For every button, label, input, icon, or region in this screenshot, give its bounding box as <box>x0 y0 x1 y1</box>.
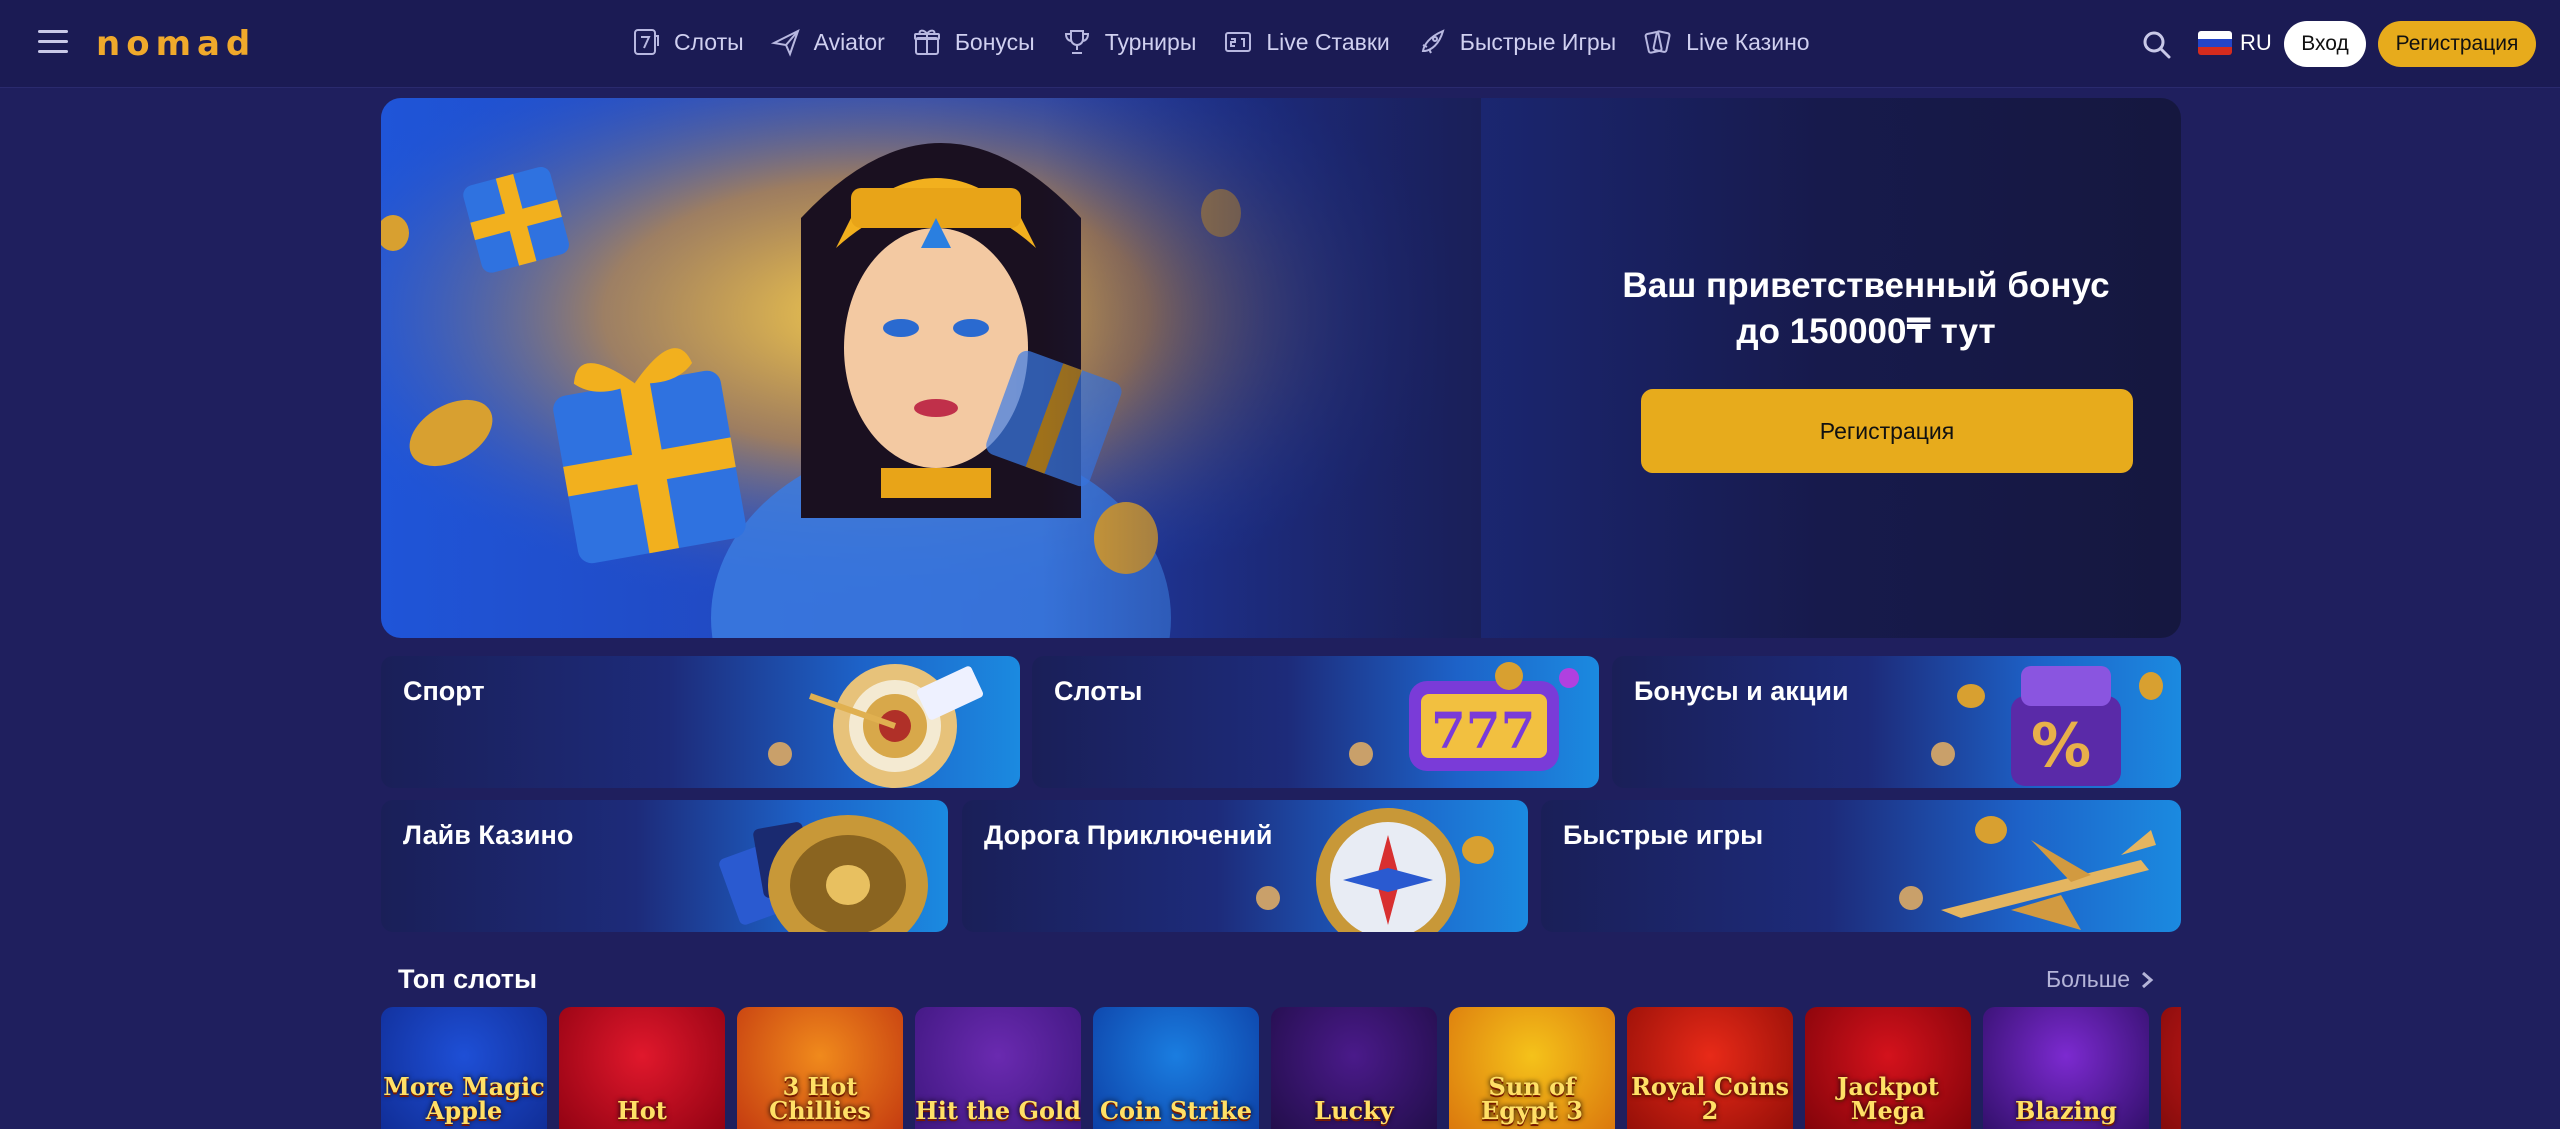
slot-machine-icon: 777 <box>1349 662 1579 771</box>
menu-icon[interactable] <box>38 30 68 56</box>
cards-icon <box>1642 26 1674 58</box>
chevron-right-icon <box>2142 971 2154 988</box>
slot-title: Coin Strike <box>1099 1096 1253 1125</box>
login-button[interactable]: Вход <box>2284 21 2366 67</box>
slot-title: Hot <box>617 1096 667 1125</box>
nav-aviator-label: Aviator <box>813 28 885 55</box>
more-label: Больше <box>2046 966 2131 992</box>
top-slots-title: Топ слоты <box>398 964 538 994</box>
percent-gift-icon: % <box>1931 666 2163 786</box>
plane-icon <box>770 26 802 58</box>
nav-slots[interactable]: Слоты <box>630 26 744 58</box>
rocket-icon <box>1416 26 1448 58</box>
category-label: Спорт <box>403 676 485 706</box>
svg-text:%: % <box>2031 711 2091 781</box>
register-button[interactable]: Регистрация <box>2378 21 2536 67</box>
slot-title: 3 Hot Chillies <box>769 1072 871 1125</box>
hero-banner: Ваш приветственный бонус до 150000₸ тут … <box>381 98 2181 638</box>
language-selector[interactable]: RU <box>2198 30 2272 56</box>
hero-title-line2: до 150000₸ тут <box>1736 312 1996 351</box>
slot-tile[interactable]: Blazing <box>1983 1007 2149 1129</box>
nav-live-casino-label: Live Казино <box>1686 28 1810 55</box>
slot-tile[interactable]: Hit the Gold <box>915 1007 1081 1129</box>
slot-title: Sun of Egypt 3 <box>1481 1072 1583 1125</box>
category-card-slots[interactable]: 777 Слоты <box>1032 656 1599 788</box>
nav-fast-games[interactable]: Быстрые Игры <box>1416 26 1616 58</box>
top-slots-carousel: More Magic Apple Hot 3 Hot Chillies Hit the… <box>381 1007 2181 1129</box>
hero-register-button[interactable]: Регистрация <box>1641 389 2133 473</box>
category-label: Слоты <box>1054 676 1143 706</box>
slot-tile[interactable]: Hot <box>559 1007 725 1129</box>
slot-title: More Magic Apple <box>383 1072 545 1125</box>
trophy-icon <box>1061 26 1093 58</box>
language-code: RU <box>2240 30 2272 55</box>
nav-aviator[interactable]: Aviator <box>770 26 885 58</box>
hero-title: Ваш приветственный бонус до 150000₸ тут <box>1621 263 2111 355</box>
slot-tile[interactable]: Lucky <box>1271 1007 1437 1129</box>
nav-slots-label: Слоты <box>674 28 744 55</box>
nav-bonuses[interactable]: Бонусы <box>911 26 1035 58</box>
slot-title: Royal Coins 2 <box>1630 1072 1790 1125</box>
category-card-sport[interactable]: Спорт <box>381 656 1020 788</box>
slot-tile[interactable]: 3 Hot Chillies <box>737 1007 903 1129</box>
hero-title-line1: Ваш приветственный бонус <box>1622 266 2110 305</box>
scoreboard-icon <box>1222 26 1254 58</box>
main-nav: Слоты Aviator Бонусы Турниры Live Ставки… <box>630 26 1810 58</box>
nav-live-bets[interactable]: Live Ставки <box>1222 26 1390 58</box>
logo[interactable]: nomad <box>96 24 256 64</box>
category-label: Бонусы и акции <box>1634 676 1849 706</box>
category-card-bonuses[interactable]: % Бонусы и акции <box>1612 656 2181 788</box>
svg-text:777: 777 <box>1431 701 1535 760</box>
top-header: nomad Слоты Aviator Бонусы Турниры Live … <box>0 0 2560 88</box>
airplane-icon <box>1899 816 2156 930</box>
nav-bonuses-label: Бонусы <box>954 28 1035 55</box>
category-card-fast-games[interactable]: Быстрые игры <box>1541 800 2181 932</box>
slot-title: Hit the Gold <box>915 1096 1081 1125</box>
slot-title: Jackpot Mega <box>1836 1072 1940 1125</box>
category-label: Быстрые игры <box>1563 820 1764 850</box>
target-icon <box>768 664 984 788</box>
slot-tile[interactable]: Jackpot Mega <box>1805 1007 1971 1129</box>
category-card-adventure-road[interactable]: Дорога Приключений <box>962 800 1528 932</box>
nav-live-bets-label: Live Ставки <box>1266 28 1390 55</box>
slot-7-icon <box>630 26 662 58</box>
roulette-icon <box>719 815 928 932</box>
slot-tile[interactable]: Coin Strike <box>1093 1007 1259 1129</box>
gift-icon <box>911 26 943 58</box>
slot-title: Blazing <box>2015 1096 2117 1125</box>
nav-tournaments-label: Турниры <box>1104 28 1197 55</box>
slot-tile[interactable]: Sun of Egypt 3 <box>1449 1007 1615 1129</box>
nav-tournaments[interactable]: Турниры <box>1061 26 1197 58</box>
slot-title: Lucky <box>1314 1096 1394 1125</box>
compass-icon <box>1256 808 1494 932</box>
slot-tile[interactable]: Royal Coins 2 <box>1627 1007 1793 1129</box>
search-icon[interactable] <box>2140 28 2174 62</box>
russia-flag-icon <box>2198 31 2232 55</box>
category-label: Дорога Приключений <box>984 820 1273 850</box>
hero-illustration <box>381 98 1481 638</box>
slot-tile[interactable]: More Magic Apple <box>381 1007 547 1129</box>
nav-fast-games-label: Быстрые Игры <box>1459 28 1617 55</box>
more-link[interactable]: Больше <box>2046 966 2154 993</box>
slot-tile[interactable] <box>2161 1007 2181 1129</box>
nav-live-casino[interactable]: Live Казино <box>1642 26 1810 58</box>
category-card-live-casino[interactable]: Лайв Казино <box>381 800 948 932</box>
category-label: Лайв Казино <box>403 820 574 850</box>
